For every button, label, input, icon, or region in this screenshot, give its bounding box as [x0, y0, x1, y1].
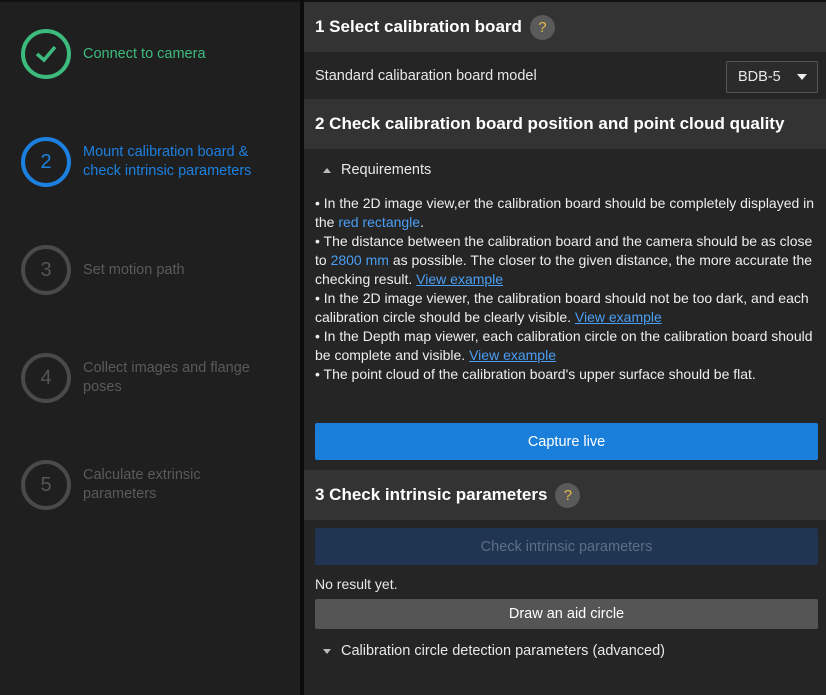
- check-intrinsic-button[interactable]: Check intrinsic parameters: [315, 528, 818, 565]
- step-number: 3: [21, 245, 71, 295]
- requirements-text: • In the 2D image view,er the calibratio…: [315, 194, 820, 384]
- req-text: • In the 2D image viewer, the calibratio…: [315, 290, 809, 325]
- step-mount-board[interactable]: 2 Mount calibration board & check intrin…: [21, 137, 273, 187]
- step-label: Calculate extrinsic parameters: [83, 467, 201, 502]
- section1-title: 1 Select calibration board: [315, 17, 522, 36]
- board-model-label: Standard calibaration board model: [315, 68, 537, 84]
- help-icon[interactable]: ?: [555, 482, 581, 508]
- step-label: Set motion path: [83, 261, 185, 278]
- view-example-link[interactable]: View example: [416, 271, 503, 287]
- step-number: 5: [21, 460, 71, 510]
- section2-header: 2 Check calibration board position and p…: [304, 99, 826, 149]
- step-label: Connect to camera: [83, 45, 206, 62]
- step-number: 4: [21, 353, 71, 403]
- chevron-down-icon: [797, 74, 807, 80]
- req-highlight: red rectangle: [338, 214, 421, 230]
- advanced-params-label: Calibration circle detection parameters …: [341, 643, 665, 659]
- expand-arrow-icon: [323, 648, 331, 654]
- step-sidebar: Connect to camera 2 Mount calibration bo…: [0, 0, 300, 695]
- step-collect-images[interactable]: 4 Collect images and flange poses: [21, 353, 273, 403]
- help-icon[interactable]: ?: [529, 14, 555, 40]
- main-panel: 1 Select calibration board ? Standard ca…: [304, 0, 826, 695]
- requirements-toggle[interactable]: Requirements: [315, 162, 431, 178]
- req-highlight: 2800 mm: [330, 252, 389, 268]
- draw-aid-circle-button[interactable]: Draw an aid circle: [315, 599, 818, 629]
- step-label: Mount calibration board & check intrinsi…: [83, 144, 252, 179]
- board-model-value: BDB-5: [738, 69, 781, 85]
- step-label: Collect images and flange poses: [83, 360, 250, 395]
- advanced-params-toggle[interactable]: Calibration circle detection parameters …: [315, 643, 665, 659]
- step-motion-path[interactable]: 3 Set motion path: [21, 245, 185, 295]
- view-example-link[interactable]: View example: [469, 347, 556, 363]
- section3-header: 3 Check intrinsic parameters ?: [304, 470, 826, 520]
- section3-title: 3 Check intrinsic parameters: [315, 485, 548, 504]
- req-text: .: [420, 214, 424, 230]
- requirements-label: Requirements: [341, 162, 432, 178]
- step-calculate-extrinsic[interactable]: 5 Calculate extrinsic parameters: [21, 460, 233, 510]
- step-number: 2: [21, 137, 71, 187]
- capture-live-button[interactable]: Capture live: [315, 423, 818, 460]
- req-text: • In the Depth map viewer, each calibrat…: [315, 328, 813, 363]
- check-icon: [21, 29, 71, 79]
- section1-header: 1 Select calibration board ?: [304, 2, 826, 52]
- collapse-arrow-icon: [323, 167, 331, 173]
- req-text: • The point cloud of the calibration boa…: [315, 366, 756, 382]
- view-example-link[interactable]: View example: [575, 309, 662, 325]
- result-text: No result yet.: [315, 576, 398, 592]
- step-connect-camera[interactable]: Connect to camera: [21, 29, 206, 79]
- section2-title: 2 Check calibration board position and p…: [315, 114, 785, 133]
- board-model-select[interactable]: BDB-5: [726, 61, 818, 93]
- req-text: as possible. The closer to the given dis…: [315, 252, 813, 287]
